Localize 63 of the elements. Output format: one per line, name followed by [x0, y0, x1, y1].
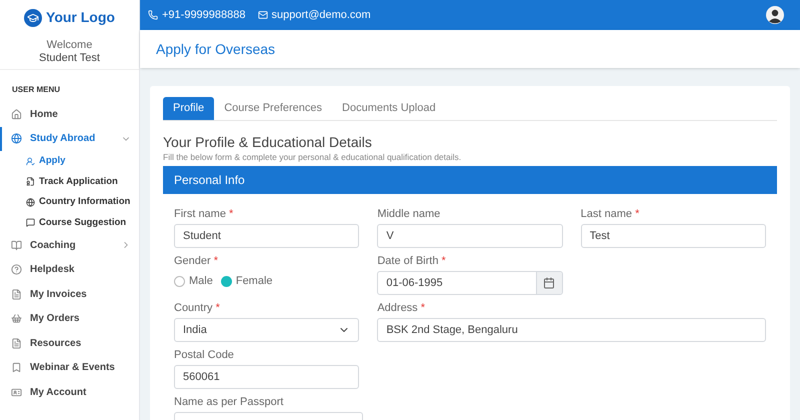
logo-text: Your Logo — [46, 8, 115, 27]
section-subtitle: Fill the below form & complete your personal & educational qualification details. — [163, 151, 462, 163]
menu-icon — [11, 240, 22, 251]
select-field[interactable]: India — [174, 318, 360, 342]
menu-icon — [11, 386, 22, 398]
sidebar-item[interactable]: Webinar & Events — [0, 356, 139, 380]
sidebar-item[interactable]: Resources — [0, 331, 139, 356]
field-label: Country * — [174, 301, 221, 314]
field-label: Postal Code — [174, 348, 235, 361]
sidebar-item[interactable]: Home — [0, 102, 139, 126]
mail-icon — [258, 10, 268, 20]
menu-icon — [26, 156, 35, 166]
radio-option[interactable]: Female — [220, 272, 273, 290]
menu-icon — [11, 133, 22, 144]
user-name: Student Test — [39, 52, 100, 65]
tab[interactable]: Documents Upload — [332, 97, 446, 120]
menu-icon — [26, 198, 35, 207]
text-field[interactable] — [174, 412, 363, 420]
text-field[interactable]: Test — [580, 224, 766, 248]
field-label: Middle name — [377, 207, 442, 220]
menu-icon — [26, 177, 35, 186]
tab[interactable]: Profile — [163, 97, 214, 120]
tab[interactable]: Course Preferences — [214, 97, 332, 120]
welcome-text: Welcome — [46, 39, 92, 52]
phone-link[interactable]: +91-9999988888 — [148, 6, 246, 24]
graduation-cap-icon — [24, 8, 42, 26]
field-label: First name * — [174, 207, 234, 220]
menu-icon — [11, 288, 22, 300]
submenu-item[interactable]: Country Information — [0, 192, 139, 212]
field-label: Name as per Passport — [174, 395, 284, 408]
sidebar-item[interactable]: My Orders — [0, 306, 139, 331]
date-field[interactable]: 01-06-1995 — [377, 271, 563, 295]
menu-icon — [11, 264, 22, 276]
sidebar-item[interactable]: Coaching — [0, 233, 139, 258]
menu-heading: USER MENU — [11, 84, 62, 96]
section-title: Your Profile & Educational Details — [163, 133, 373, 151]
email-link[interactable]: support@demo.com — [258, 6, 371, 24]
page-title: Apply for Overseas — [156, 40, 276, 59]
menu-icon — [11, 338, 22, 349]
text-field[interactable]: BSK 2nd Stage, Bengaluru — [377, 318, 766, 342]
radio-option[interactable]: Male — [174, 272, 213, 290]
panel-header: Personal Info — [163, 166, 777, 194]
field-label: Date of Birth * — [377, 254, 447, 267]
phone-icon — [148, 10, 158, 20]
text-field[interactable]: 560061 — [174, 365, 360, 389]
submenu-item[interactable]: Apply — [0, 151, 139, 172]
sidebar-item[interactable]: My Account — [0, 380, 139, 404]
sidebar-item[interactable]: My Invoices — [0, 282, 139, 306]
field-label: Gender * — [174, 254, 220, 267]
menu-icon — [11, 313, 22, 324]
field-label: Address * — [377, 301, 426, 314]
menu-icon — [26, 218, 35, 228]
calendar-icon — [543, 277, 556, 289]
text-field[interactable]: V — [377, 224, 563, 248]
sidebar-item[interactable]: Helpdesk — [0, 258, 139, 282]
avatar-icon[interactable] — [766, 6, 784, 24]
text-field[interactable]: Student — [174, 224, 360, 248]
submenu-item[interactable]: Course Suggestion — [0, 212, 139, 233]
menu-icon — [11, 362, 22, 374]
sidebar-item[interactable]: Study Abroad — [0, 126, 139, 151]
submenu-item[interactable]: Track Application — [0, 172, 139, 192]
menu-icon — [11, 108, 22, 120]
field-label: Last name * — [580, 207, 640, 220]
